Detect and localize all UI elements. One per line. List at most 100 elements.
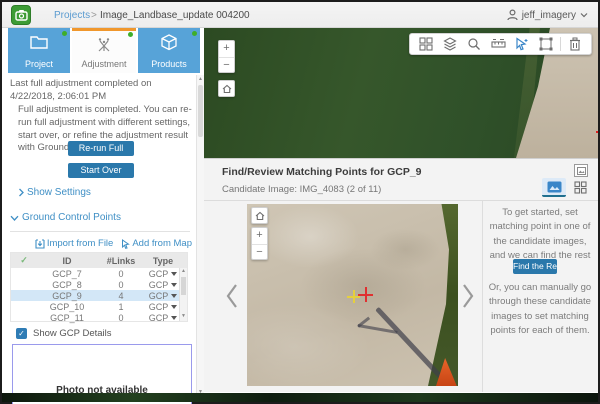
status-dot-green — [62, 31, 67, 36]
type-column-header: Type — [145, 256, 181, 266]
tab-adjustment[interactable]: Adjustment — [72, 28, 136, 73]
table-row-gcp8[interactable]: GCP_8 0 GCP — [11, 279, 187, 290]
folder-icon — [8, 34, 70, 50]
home-icon — [255, 211, 265, 221]
delete-icon[interactable] — [563, 34, 587, 54]
scroll-up-icon[interactable]: ▲ — [180, 268, 187, 276]
gcp-type-dropdown[interactable]: GCP — [145, 313, 181, 323]
scrollbar-thumb[interactable] — [181, 277, 186, 295]
gcp-id: GCP_9 — [37, 291, 97, 301]
show-settings-label: Show Settings — [27, 187, 91, 198]
gcp-type-dropdown[interactable]: GCP — [145, 291, 181, 301]
scroll-up-icon[interactable]: ▲ — [197, 75, 204, 83]
map-toolbar — [409, 33, 592, 55]
toolbar-separator — [560, 37, 561, 51]
gcp-section-label: Ground Control Points — [22, 212, 121, 223]
zoom-in-button[interactable]: + — [252, 228, 267, 244]
add-from-map-link[interactable]: Add from Map — [121, 238, 192, 249]
links-column-header: #Links — [97, 256, 145, 266]
section-divider — [10, 231, 190, 232]
breadcrumb-separator: > — [91, 10, 97, 21]
gcp-id: GCP_10 — [37, 302, 97, 312]
measure-icon[interactable] — [486, 34, 510, 54]
gcp-type-dropdown[interactable]: GCP — [145, 302, 181, 312]
show-gcp-details-row: ✓ Show GCP Details — [16, 328, 112, 339]
table-scrollbar[interactable]: ▲ ▼ — [179, 268, 187, 321]
cube-icon — [138, 34, 200, 51]
grid-view-toggle[interactable] — [568, 178, 592, 197]
next-image-button[interactable] — [460, 283, 476, 309]
table-row-gcp7[interactable]: GCP_7 0 GCP — [11, 268, 187, 279]
check-column-header: ✓ — [11, 255, 37, 266]
user-menu[interactable]: jeff_imagery — [507, 7, 588, 23]
gcp-actions-row: Import from File Add from Map — [2, 238, 192, 249]
find-review-panel: Find/Review Matching Points for GCP_9 Ca… — [204, 158, 598, 392]
show-gcp-details-checkbox[interactable]: ✓ — [16, 328, 27, 339]
gcp-links: 0 — [97, 280, 145, 290]
status-dot-green — [192, 31, 197, 36]
image-zoom-controls: + − — [251, 227, 268, 260]
app-logo-icon[interactable] — [11, 5, 31, 25]
gcp-marker-red-cross[interactable] — [358, 287, 373, 302]
zoom-out-button[interactable]: − — [252, 244, 267, 260]
top-bar: Projects > Image_Landbase_update 004200 … — [2, 2, 598, 28]
zoom-in-button[interactable]: + — [219, 41, 234, 57]
find-the-rest-button[interactable]: Find the Res — [513, 259, 557, 274]
chevron-down-icon — [10, 215, 19, 221]
panel-separator — [204, 200, 598, 201]
id-column-header: ID — [37, 256, 97, 266]
dropdown-arrow-icon — [171, 283, 177, 287]
candidate-image-label: Candidate Image: IMG_4083 (2 of 11) — [222, 184, 381, 195]
gcp-id: GCP_8 — [37, 280, 97, 290]
user-icon — [507, 9, 518, 21]
left-panel: Project Adjustment Products ▲ ▼ Last ful… — [2, 28, 204, 396]
app-window: Projects > Image_Landbase_update 004200 … — [0, 0, 600, 404]
rerun-full-button[interactable]: Re-run Full — [68, 141, 134, 156]
panel-scrollbar[interactable]: ▲ ▼ — [196, 75, 204, 396]
image-home-button[interactable] — [251, 207, 268, 224]
show-settings-toggle[interactable]: Show Settings — [18, 187, 91, 198]
table-row-gcp9-selected[interactable]: GCP_9 4 GCP — [11, 290, 187, 301]
vegetation-area — [428, 204, 458, 386]
gcp-links: 0 — [97, 269, 145, 279]
map-home-button[interactable] — [218, 80, 235, 97]
gcp-links: 1 — [97, 302, 145, 312]
ground-control-points-toggle[interactable]: Ground Control Points — [10, 212, 121, 223]
tab-project-label: Project — [8, 59, 70, 69]
dropdown-arrow-icon — [171, 294, 177, 298]
import-from-file-label: Import from File — [47, 238, 114, 249]
table-row-gcp10[interactable]: GCP_10 1 GCP — [11, 301, 187, 312]
chevron-right-icon — [18, 188, 24, 197]
gcp-type-dropdown[interactable]: GCP — [145, 269, 181, 279]
scrollbar-thumb[interactable] — [198, 85, 203, 137]
extent-icon[interactable] — [534, 34, 558, 54]
gcp-type-dropdown[interactable]: GCP — [145, 280, 181, 290]
candidate-image-viewer[interactable]: + − — [247, 204, 458, 386]
gcp-table: ✓ ID #Links Type GCP_7 0 GCP GCP_8 0 GCP… — [10, 252, 188, 322]
gcp-map-marker-red-cross[interactable] — [596, 123, 598, 140]
zoom-out-button[interactable]: − — [219, 57, 234, 73]
import-from-file-link[interactable]: Import from File — [35, 238, 114, 249]
map-view[interactable]: + − — [204, 28, 598, 158]
gcp-id: GCP_7 — [37, 269, 97, 279]
scroll-down-icon[interactable]: ▼ — [180, 313, 187, 321]
dropdown-arrow-icon — [171, 316, 177, 320]
tab-products[interactable]: Products — [138, 28, 200, 73]
view-toggles — [542, 178, 592, 197]
start-over-button[interactable]: Start Over — [68, 163, 134, 178]
select-matching-icon-active[interactable] — [510, 34, 534, 54]
previous-image-button[interactable] — [224, 283, 240, 309]
single-image-view-toggle[interactable] — [542, 178, 566, 197]
map-zoom-controls: + − — [218, 40, 235, 73]
map-cursor-icon — [121, 239, 130, 249]
breadcrumb-projects[interactable]: Projects — [54, 10, 90, 21]
adjustment-status-text: Last full adjustment completed on 4/22/2… — [10, 78, 192, 104]
show-gcp-details-label: Show GCP Details — [33, 328, 112, 339]
table-row-gcp11[interactable]: GCP_11 0 GCP — [11, 312, 187, 323]
search-icon[interactable] — [462, 34, 486, 54]
layers-icon[interactable] — [438, 34, 462, 54]
popout-icon[interactable] — [574, 164, 588, 177]
gcp-id: GCP_11 — [37, 313, 97, 323]
tab-project[interactable]: Project — [8, 28, 70, 73]
thumbnail-grid-icon[interactable] — [414, 34, 438, 54]
